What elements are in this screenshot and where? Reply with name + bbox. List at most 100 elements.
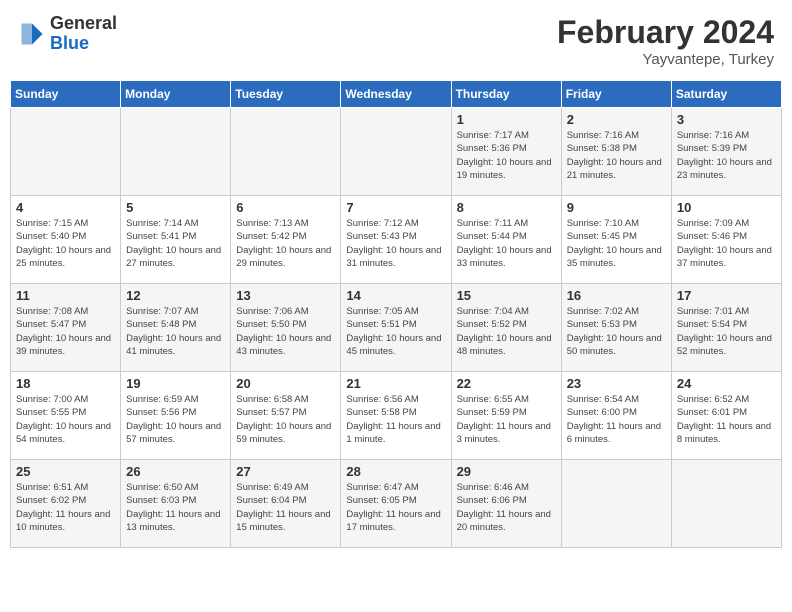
logo-blue: Blue bbox=[50, 33, 89, 53]
day-number: 9 bbox=[567, 200, 666, 215]
day-number: 11 bbox=[16, 288, 115, 303]
day-header-friday: Friday bbox=[561, 81, 671, 108]
day-info: Sunrise: 7:01 AMSunset: 5:54 PMDaylight:… bbox=[677, 305, 776, 358]
day-info: Sunrise: 6:49 AMSunset: 6:04 PMDaylight:… bbox=[236, 481, 335, 534]
main-title: February 2024 bbox=[557, 14, 774, 51]
day-info: Sunrise: 6:58 AMSunset: 5:57 PMDaylight:… bbox=[236, 393, 335, 446]
day-number: 5 bbox=[126, 200, 225, 215]
day-number: 27 bbox=[236, 464, 335, 479]
calendar-cell: 13Sunrise: 7:06 AMSunset: 5:50 PMDayligh… bbox=[231, 284, 341, 372]
calendar-cell bbox=[341, 108, 451, 196]
calendar-cell: 20 Sunrise: 6:58 AMSunset: 5:57 PMDayligh… bbox=[231, 372, 341, 460]
calendar-cell bbox=[231, 108, 341, 196]
day-number: 2 bbox=[567, 112, 666, 127]
day-number: 28 bbox=[346, 464, 445, 479]
day-number: 14 bbox=[346, 288, 445, 303]
calendar-cell: 7 Sunrise: 7:12 AMSunset: 5:43 PMDaylight… bbox=[341, 196, 451, 284]
calendar-cell: 23Sunrise: 6:54 AMSunset: 6:00 PMDayligh… bbox=[561, 372, 671, 460]
day-number: 3 bbox=[677, 112, 776, 127]
day-header-wednesday: Wednesday bbox=[341, 81, 451, 108]
calendar-body: 1 Sunrise: 7:17 AMSunset: 5:36 PMDaylight… bbox=[11, 108, 782, 548]
week-row-2: 4 Sunrise: 7:15 AMSunset: 5:40 PMDaylight… bbox=[11, 196, 782, 284]
calendar-cell: 15 Sunrise: 7:04 AMSunset: 5:52 PMDayligh… bbox=[451, 284, 561, 372]
day-info: Sunrise: 7:06 AMSunset: 5:50 PMDaylight:… bbox=[236, 305, 335, 358]
calendar-cell: 25Sunrise: 6:51 AMSunset: 6:02 PMDayligh… bbox=[11, 460, 121, 548]
calendar-cell: 5 Sunrise: 7:14 AMSunset: 5:41 PMDaylight… bbox=[121, 196, 231, 284]
day-number: 26 bbox=[126, 464, 225, 479]
week-row-5: 25Sunrise: 6:51 AMSunset: 6:02 PMDayligh… bbox=[11, 460, 782, 548]
day-number: 16 bbox=[567, 288, 666, 303]
day-info: Sunrise: 7:09 AMSunset: 5:46 PMDaylight:… bbox=[677, 217, 776, 270]
day-info: Sunrise: 7:07 AMSunset: 5:48 PMDaylight:… bbox=[126, 305, 225, 358]
day-number: 7 bbox=[346, 200, 445, 215]
day-number: 6 bbox=[236, 200, 335, 215]
calendar-cell: 2 Sunrise: 7:16 AMSunset: 5:38 PMDaylight… bbox=[561, 108, 671, 196]
day-header-monday: Monday bbox=[121, 81, 231, 108]
day-number: 10 bbox=[677, 200, 776, 215]
calendar-cell: 19Sunrise: 6:59 AMSunset: 5:56 PMDayligh… bbox=[121, 372, 231, 460]
logo-general: General bbox=[50, 13, 117, 33]
calendar-table: SundayMondayTuesdayWednesdayThursdayFrid… bbox=[10, 80, 782, 548]
day-info: Sunrise: 6:50 AMSunset: 6:03 PMDaylight:… bbox=[126, 481, 225, 534]
day-info: Sunrise: 6:51 AMSunset: 6:02 PMDaylight:… bbox=[16, 481, 115, 534]
logo-text: General Blue bbox=[50, 14, 117, 54]
day-info: Sunrise: 7:05 AMSunset: 5:51 PMDaylight:… bbox=[346, 305, 445, 358]
calendar-cell: 24 Sunrise: 6:52 AMSunset: 6:01 PMDayligh… bbox=[671, 372, 781, 460]
day-header-tuesday: Tuesday bbox=[231, 81, 341, 108]
day-info: Sunrise: 7:13 AMSunset: 5:42 PMDaylight:… bbox=[236, 217, 335, 270]
calendar-cell: 11Sunrise: 7:08 AMSunset: 5:47 PMDayligh… bbox=[11, 284, 121, 372]
day-info: Sunrise: 6:46 AMSunset: 6:06 PMDaylight:… bbox=[457, 481, 556, 534]
calendar-cell bbox=[671, 460, 781, 548]
calendar-cell: 4 Sunrise: 7:15 AMSunset: 5:40 PMDaylight… bbox=[11, 196, 121, 284]
day-number: 23 bbox=[567, 376, 666, 391]
logo: General Blue bbox=[18, 14, 117, 54]
calendar-cell: 3Sunrise: 7:16 AMSunset: 5:39 PMDaylight… bbox=[671, 108, 781, 196]
day-info: Sunrise: 7:12 AMSunset: 5:43 PMDaylight:… bbox=[346, 217, 445, 270]
week-row-3: 11Sunrise: 7:08 AMSunset: 5:47 PMDayligh… bbox=[11, 284, 782, 372]
day-info: Sunrise: 6:55 AMSunset: 5:59 PMDaylight:… bbox=[457, 393, 556, 446]
calendar-cell: 26 Sunrise: 6:50 AMSunset: 6:03 PMDayligh… bbox=[121, 460, 231, 548]
day-info: Sunrise: 7:04 AMSunset: 5:52 PMDaylight:… bbox=[457, 305, 556, 358]
calendar-cell: 17 Sunrise: 7:01 AMSunset: 5:54 PMDayligh… bbox=[671, 284, 781, 372]
calendar-header: SundayMondayTuesdayWednesdayThursdayFrid… bbox=[11, 81, 782, 108]
day-info: Sunrise: 7:11 AMSunset: 5:44 PMDaylight:… bbox=[457, 217, 556, 270]
day-number: 12 bbox=[126, 288, 225, 303]
calendar-cell: 12 Sunrise: 7:07 AMSunset: 5:48 PMDayligh… bbox=[121, 284, 231, 372]
calendar-cell: 18Sunrise: 7:00 AMSunset: 5:55 PMDayligh… bbox=[11, 372, 121, 460]
calendar-cell: 8Sunrise: 7:11 AMSunset: 5:44 PMDaylight… bbox=[451, 196, 561, 284]
day-info: Sunrise: 7:15 AMSunset: 5:40 PMDaylight:… bbox=[16, 217, 115, 270]
day-header-thursday: Thursday bbox=[451, 81, 561, 108]
logo-icon bbox=[18, 20, 46, 48]
week-row-4: 18Sunrise: 7:00 AMSunset: 5:55 PMDayligh… bbox=[11, 372, 782, 460]
calendar-cell: 29Sunrise: 6:46 AMSunset: 6:06 PMDayligh… bbox=[451, 460, 561, 548]
calendar-cell: 21 Sunrise: 6:56 AMSunset: 5:58 PMDayligh… bbox=[341, 372, 451, 460]
title-block: February 2024 Yayvantepe, Turkey bbox=[557, 14, 774, 68]
calendar-cell: 27 Sunrise: 6:49 AMSunset: 6:04 PMDayligh… bbox=[231, 460, 341, 548]
day-number: 17 bbox=[677, 288, 776, 303]
day-number: 15 bbox=[457, 288, 556, 303]
calendar-cell: 1 Sunrise: 7:17 AMSunset: 5:36 PMDaylight… bbox=[451, 108, 561, 196]
day-number: 24 bbox=[677, 376, 776, 391]
day-number: 18 bbox=[16, 376, 115, 391]
calendar-cell: 22Sunrise: 6:55 AMSunset: 5:59 PMDayligh… bbox=[451, 372, 561, 460]
week-row-1: 1 Sunrise: 7:17 AMSunset: 5:36 PMDaylight… bbox=[11, 108, 782, 196]
day-number: 20 bbox=[236, 376, 335, 391]
subtitle: Yayvantepe, Turkey bbox=[557, 51, 774, 68]
day-info: Sunrise: 7:14 AMSunset: 5:41 PMDaylight:… bbox=[126, 217, 225, 270]
day-number: 4 bbox=[16, 200, 115, 215]
calendar-cell: 9 Sunrise: 7:10 AMSunset: 5:45 PMDaylight… bbox=[561, 196, 671, 284]
day-info: Sunrise: 7:16 AMSunset: 5:38 PMDaylight:… bbox=[567, 129, 666, 182]
day-info: Sunrise: 7:02 AMSunset: 5:53 PMDaylight:… bbox=[567, 305, 666, 358]
day-info: Sunrise: 7:10 AMSunset: 5:45 PMDaylight:… bbox=[567, 217, 666, 270]
calendar-cell: 28Sunrise: 6:47 AMSunset: 6:05 PMDayligh… bbox=[341, 460, 451, 548]
header-row: SundayMondayTuesdayWednesdayThursdayFrid… bbox=[11, 81, 782, 108]
day-info: Sunrise: 6:52 AMSunset: 6:01 PMDaylight:… bbox=[677, 393, 776, 446]
day-info: Sunrise: 7:17 AMSunset: 5:36 PMDaylight:… bbox=[457, 129, 556, 182]
day-number: 1 bbox=[457, 112, 556, 127]
calendar-cell bbox=[11, 108, 121, 196]
calendar-cell bbox=[121, 108, 231, 196]
calendar-cell: 14 Sunrise: 7:05 AMSunset: 5:51 PMDayligh… bbox=[341, 284, 451, 372]
day-info: Sunrise: 6:56 AMSunset: 5:58 PMDaylight:… bbox=[346, 393, 445, 446]
day-header-saturday: Saturday bbox=[671, 81, 781, 108]
day-number: 21 bbox=[346, 376, 445, 391]
